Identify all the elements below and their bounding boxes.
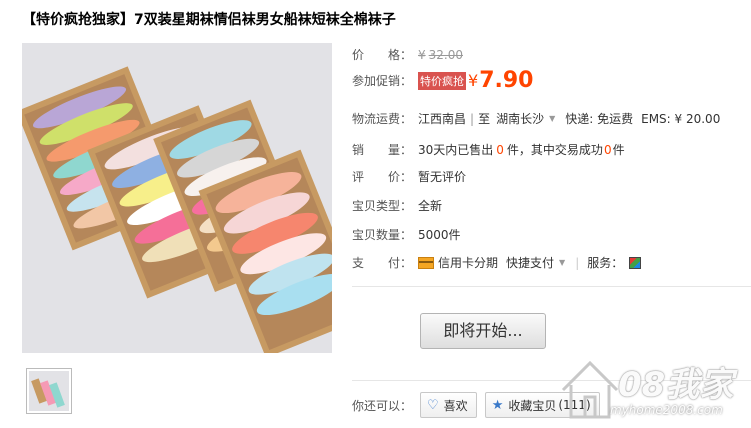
promo-label: 参加促销： (352, 74, 413, 88)
promo-currency: ¥ (468, 71, 479, 90)
product-thumbnail[interactable] (26, 368, 72, 414)
original-price-currency: ¥ (418, 47, 426, 62)
type-label: 宝贝类型： (352, 199, 413, 213)
socks-box-illustration (22, 43, 332, 353)
product-title: 【特价疯抢独家】7双装星期袜情侣袜男女船袜短袜全棉袜子 (22, 12, 396, 28)
promo-price: 7.90 (479, 68, 534, 93)
quantity-value: 5000件 (418, 228, 461, 242)
shipping-label: 物流运费： (352, 112, 413, 126)
like-button[interactable]: ♡ 喜欢 (420, 392, 477, 418)
rating-value: 暂无评价 (418, 170, 467, 184)
promo-tag: 特价疯抢 (418, 71, 466, 90)
shipping-separator: | (470, 111, 475, 126)
express-fee: 快递: 免运费 (565, 112, 634, 126)
price-row: 价 格： ¥ 32.00 (352, 46, 463, 63)
price-label: 价 格： (352, 48, 413, 62)
success-count: 0 (603, 142, 612, 157)
watermark-url: myhome2008.com (610, 403, 723, 417)
original-price: 32.00 (428, 47, 463, 62)
divider-top (352, 286, 751, 287)
watermark-text: 08我家 (618, 365, 734, 405)
installment-option[interactable]: 信用卡分期 (438, 254, 498, 271)
sales-suffix: 件 (612, 143, 625, 157)
like-label: 喜欢 (443, 398, 468, 413)
sales-prefix: 30天内已售出 (418, 143, 494, 157)
chevron-down-icon[interactable]: ▼ (559, 258, 565, 267)
payment-label: 支 付： (352, 256, 413, 270)
shipping-destination-select[interactable]: 湖南长沙 (496, 110, 544, 127)
service-badge-icon[interactable] (629, 256, 642, 269)
quantity-label: 宝贝数量： (352, 228, 413, 242)
star-icon: ★ (491, 397, 504, 413)
sales-row: 销 量： 30天内已售出 0 件，其中交易成功 0 件 (352, 141, 625, 158)
quick-pay-option[interactable]: 快捷支付 (506, 254, 554, 271)
shipping-row: 物流运费： 江西南昌 | 至 湖南长沙 ▼ 快递: 免运费 EMS: ¥ 20.… (352, 110, 720, 127)
promo-row: 参加促销： 特价疯抢 ¥ 7.90 (352, 68, 533, 93)
type-row: 宝贝类型： 全新 (352, 197, 442, 214)
also-label: 你还可以： (352, 398, 413, 413)
credit-card-icon (418, 256, 434, 269)
sold-count: 0 (496, 142, 504, 157)
type-value: 全新 (418, 199, 443, 213)
thumbnail-image (29, 371, 69, 411)
payment-row: 支 付： 信用卡分期 快捷支付 ▼ | 服务： (352, 254, 642, 271)
start-soon-button[interactable]: 即将开始... (420, 313, 546, 349)
sales-label: 销 量： (352, 143, 413, 157)
quantity-row: 宝贝数量： 5000件 (352, 226, 461, 243)
heart-icon: ♡ (427, 397, 439, 413)
rating-row: 评 价： 暂无评价 (352, 168, 466, 185)
product-main-image[interactable] (22, 43, 332, 353)
rating-label: 评 价： (352, 170, 413, 184)
sales-mid: 件，其中交易成功 (506, 143, 603, 157)
service-label: 服务： (587, 256, 624, 270)
chevron-down-icon[interactable]: ▼ (549, 114, 555, 123)
shipping-to-prefix: 至 (478, 112, 491, 126)
shipping-from: 江西南昌 (418, 112, 467, 126)
ems-fee: EMS: ¥ 20.00 (641, 111, 721, 126)
